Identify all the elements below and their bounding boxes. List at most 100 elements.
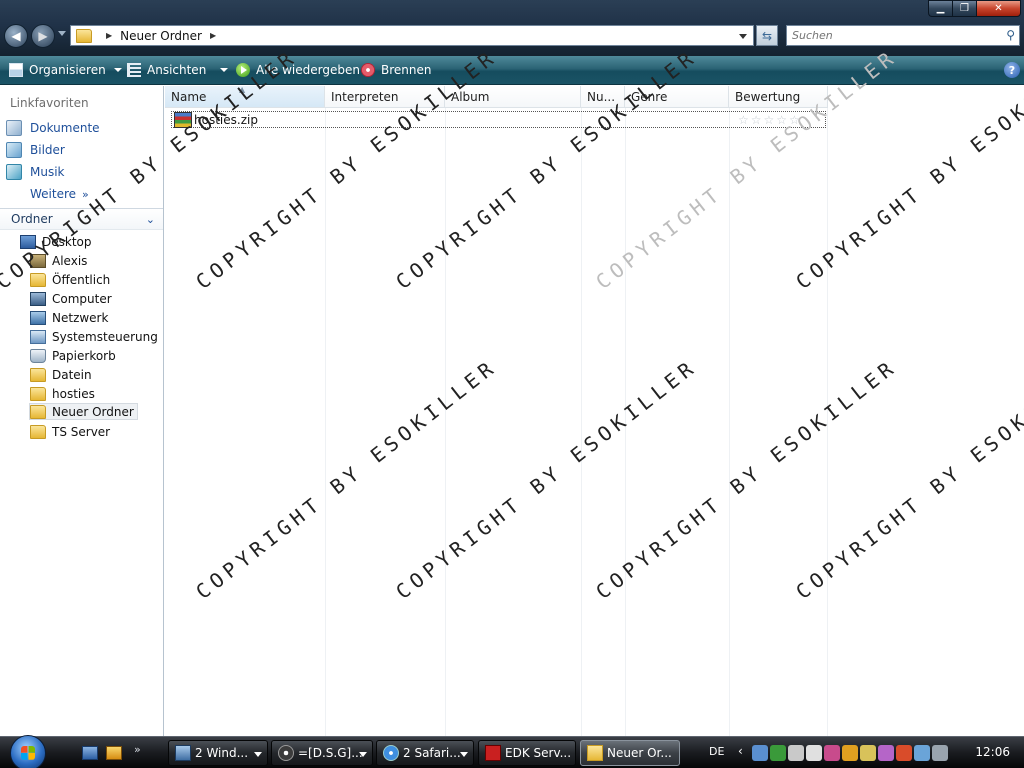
taskbar-button-safari[interactable]: 2 Safari...	[376, 740, 474, 766]
close-tray-icon[interactable]	[806, 745, 822, 761]
music-icon	[6, 164, 22, 180]
safari-icon	[383, 745, 399, 761]
taskbar-button-windows-explorer[interactable]: 2 Wind...	[168, 740, 268, 766]
breadcrumb-arrow-icon[interactable]: ▶	[210, 31, 216, 40]
window-titlebar: ▁ ❐ ✕ ◀ ▶ ▶ Neuer Ordner ▶ ⇆ ⚲	[0, 0, 1024, 56]
arrow-right-icon: ▶	[38, 29, 48, 43]
tree-item-datein[interactable]: Datein	[30, 366, 95, 383]
burn-label: Brennen	[381, 63, 432, 77]
recent-pages-dropdown[interactable]	[58, 31, 66, 36]
forward-button[interactable]: ▶	[31, 24, 55, 48]
clock[interactable]: 12:06	[975, 745, 1010, 759]
column-divider	[729, 108, 730, 736]
tree-item-neuer-ordner[interactable]: Neuer Ordner	[29, 403, 138, 420]
tree-item-public[interactable]: Öffentlich	[30, 271, 113, 288]
desktop-icon	[20, 234, 36, 249]
app-tray-icon[interactable]	[824, 745, 840, 761]
drive-tray-icon[interactable]	[788, 745, 804, 761]
help-button[interactable]: ?	[1004, 62, 1020, 78]
tree-item-recycle-bin[interactable]: Papierkorb	[30, 347, 119, 364]
tree-item-computer[interactable]: Computer	[30, 290, 115, 307]
file-name: hosties.zip	[194, 112, 258, 127]
favorite-link-documents[interactable]: Dokumente	[6, 119, 100, 137]
chevron-down-icon: ⌄	[145, 213, 155, 226]
antivirus-tray-icon[interactable]	[896, 745, 912, 761]
column-header-album[interactable]: Album	[445, 86, 581, 108]
tree-item-desktop[interactable]: Desktop	[20, 233, 95, 250]
play-all-button[interactable]: Alle wiedergeben	[236, 62, 360, 78]
favorite-link-pictures[interactable]: Bilder	[6, 141, 65, 159]
taskbar-button-neuer-ordner[interactable]: Neuer Or...	[580, 740, 680, 766]
search-icon[interactable]: ⚲	[1006, 28, 1015, 42]
column-label: Interpreten	[331, 89, 399, 104]
folders-header[interactable]: Ordner ⌄	[0, 208, 163, 230]
help-icon: ?	[1008, 63, 1016, 77]
messenger-tray-icon[interactable]	[770, 745, 786, 761]
organize-button[interactable]: Organisieren	[9, 62, 122, 78]
media-player-icon[interactable]	[106, 746, 122, 760]
start-button[interactable]	[10, 735, 46, 768]
tree-item-control-panel[interactable]: Systemsteuerung	[30, 328, 161, 345]
favorite-label: Musik	[30, 165, 65, 179]
double-chevron-right-icon[interactable]: »	[134, 743, 141, 756]
tree-item-ts-server[interactable]: TS Server	[30, 423, 113, 440]
windows-explorer-icon	[175, 745, 191, 761]
back-button[interactable]: ◀	[4, 24, 28, 48]
rating-stars[interactable]: ☆☆☆☆☆	[738, 112, 802, 127]
chrome-tray-icon[interactable]	[842, 745, 858, 761]
close-button[interactable]: ✕	[976, 0, 1021, 17]
search-input[interactable]	[792, 29, 992, 42]
volume-tray-icon[interactable]	[932, 745, 948, 761]
control-panel-icon	[30, 329, 46, 344]
tree-item-alexis[interactable]: Alexis	[30, 252, 90, 269]
breadcrumb-current[interactable]: Neuer Ordner	[120, 29, 202, 43]
taskbar-button-label: Neuer Or...	[607, 746, 672, 760]
views-button[interactable]: Ansichten	[127, 62, 229, 78]
folders-heading: Ordner	[11, 212, 53, 226]
column-header-rating[interactable]: Bewertung	[729, 86, 828, 108]
search-box[interactable]: ⚲	[786, 25, 1020, 46]
column-header-number[interactable]: Nu...	[581, 86, 625, 108]
breadcrumb-arrow-icon[interactable]: ▶	[106, 31, 112, 40]
folder-icon	[30, 404, 46, 419]
folder-icon	[30, 272, 46, 287]
chevron-left-icon[interactable]: ‹	[738, 744, 743, 758]
address-bar[interactable]: ▶ Neuer Ordner ▶	[70, 25, 754, 46]
burn-button[interactable]: Brennen	[361, 62, 431, 78]
music-tray-icon[interactable]	[878, 745, 894, 761]
display-tray-icon[interactable]	[914, 745, 930, 761]
tree-item-network[interactable]: Netzwerk	[30, 309, 111, 326]
column-header-genre[interactable]: Genre	[625, 86, 729, 108]
moon-tray-icon[interactable]	[860, 745, 876, 761]
organize-label: Organisieren	[29, 63, 106, 77]
taskbar-button-steam[interactable]: =[D.S.G]...	[271, 740, 373, 766]
maximize-button[interactable]: ❐	[952, 0, 976, 17]
favorite-links-heading: Linkfavoriten	[10, 96, 89, 110]
organize-icon	[9, 63, 23, 77]
column-label: Album	[451, 89, 490, 104]
show-desktop-icon[interactable]	[82, 746, 98, 760]
folder-icon	[587, 745, 603, 761]
column-header-name[interactable]: ▲ Name	[165, 85, 325, 108]
folder-icon	[30, 424, 46, 439]
chevron-down-icon	[359, 752, 367, 757]
tree-label: Desktop	[42, 234, 92, 249]
file-row[interactable]: hosties.zip ☆☆☆☆☆	[171, 111, 826, 128]
taskbar-button-edk-server[interactable]: EDK Serv...	[478, 740, 576, 766]
column-label: Genre	[631, 89, 668, 104]
column-divider	[625, 108, 626, 736]
more-links-button[interactable]: Weitere »	[30, 185, 89, 203]
favorite-link-music[interactable]: Musik	[6, 163, 65, 181]
column-header-artists[interactable]: Interpreten	[325, 86, 445, 108]
system-tray	[752, 745, 948, 761]
network-tray-icon[interactable]	[752, 745, 768, 761]
minimize-button[interactable]: ▁	[928, 0, 952, 17]
tree-item-hosties[interactable]: hosties	[30, 385, 98, 402]
taskbar-button-label: =[D.S.G]...	[298, 746, 363, 760]
folder-icon	[30, 386, 46, 401]
window-controls: ▁ ❐ ✕	[928, 0, 1021, 17]
address-history-dropdown[interactable]	[739, 34, 747, 39]
refresh-button[interactable]: ⇆	[756, 25, 778, 46]
language-indicator[interactable]: DE	[709, 745, 724, 758]
tree-label: Öffentlich	[52, 272, 111, 287]
